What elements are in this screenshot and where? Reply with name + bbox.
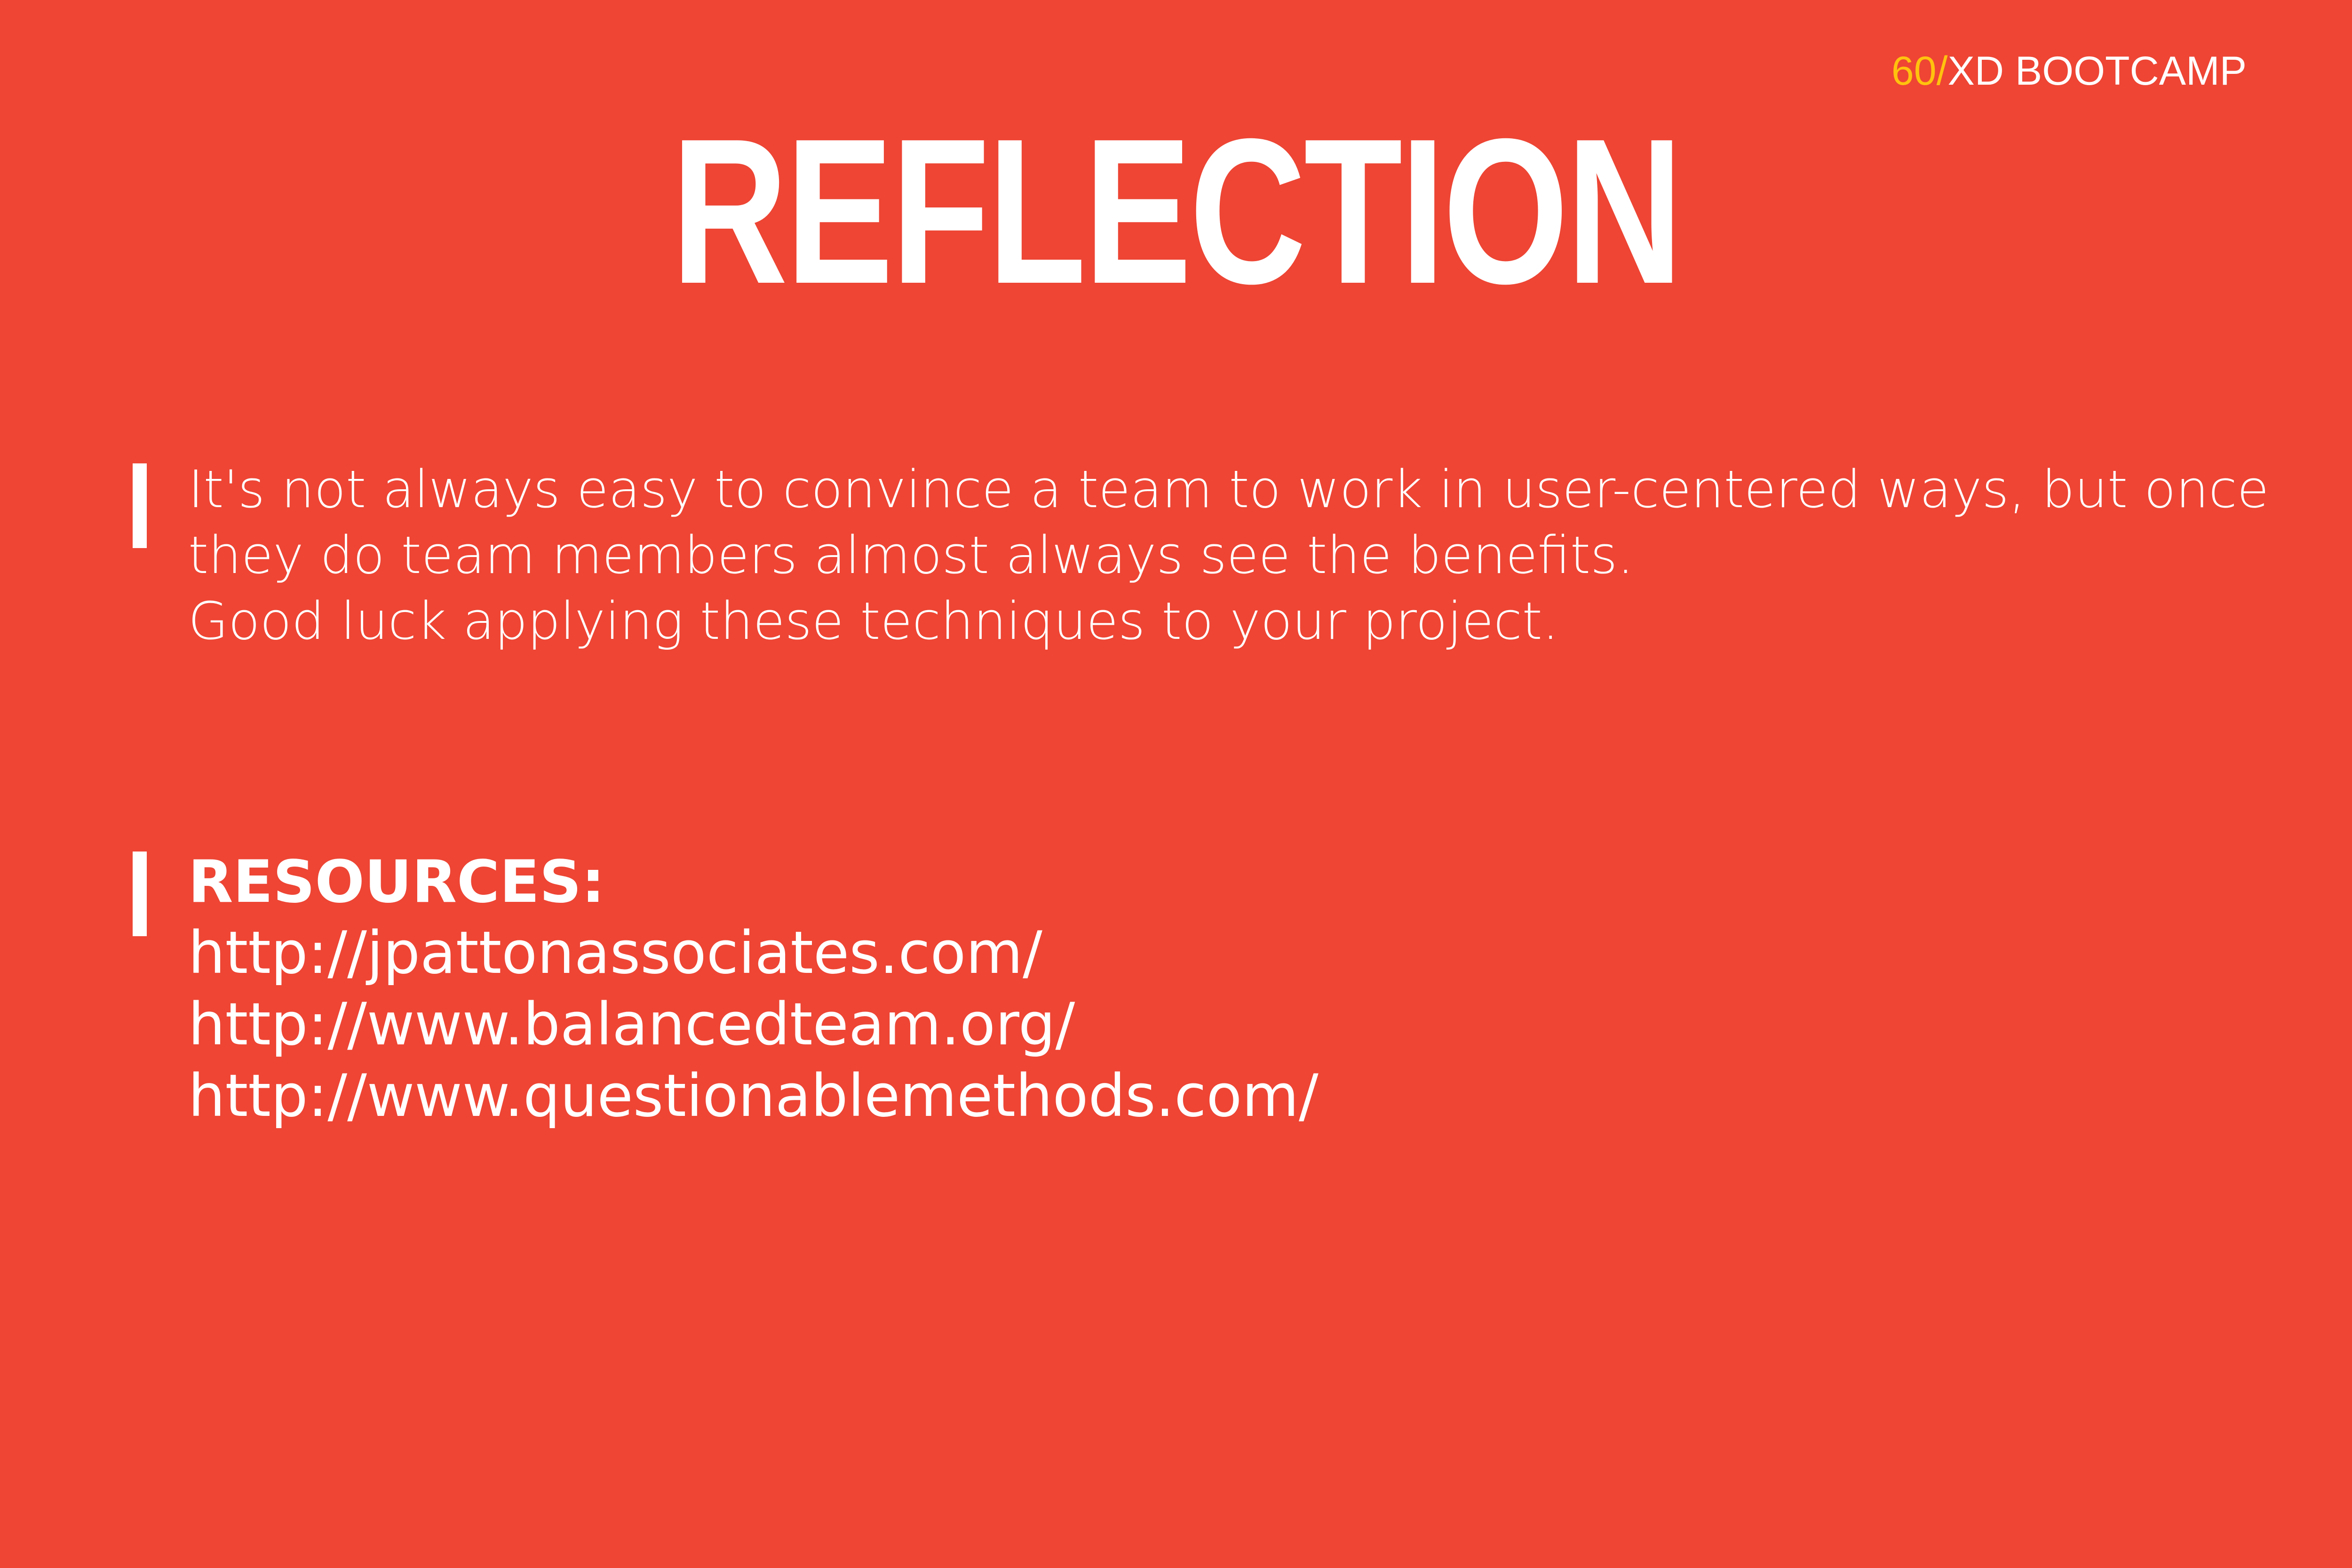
resources-section: RESOURCES: http://jpattonassociates.com/…	[188, 847, 2258, 1132]
reflection-quote: It's not always easy to convince a team …	[188, 456, 2269, 654]
resource-link-jpatton[interactable]: http://jpattonassociates.com/	[188, 917, 2258, 989]
resource-link-questionablemethods[interactable]: http://www.questionablemethods.com/	[188, 1060, 2258, 1132]
quote-line: they do team members almost always see t…	[188, 525, 1634, 585]
quote-line: Good luck applying these techniques to y…	[188, 591, 1559, 651]
brand-name: XD BOOTCAMP	[1947, 48, 2247, 94]
resources-accent-bar	[133, 852, 147, 936]
quote-line: It's not always easy to convince a team …	[188, 459, 2269, 519]
quote-accent-bar	[133, 463, 147, 548]
resource-link-balancedteam[interactable]: http://www.balancedteam.org/	[188, 989, 2258, 1060]
brand-number: 60/	[1891, 48, 1948, 94]
brand-logo: 60/XD BOOTCAMP	[1891, 51, 2247, 91]
page-title: REFLECTION	[671, 96, 1683, 327]
resources-heading: RESOURCES:	[188, 848, 605, 916]
